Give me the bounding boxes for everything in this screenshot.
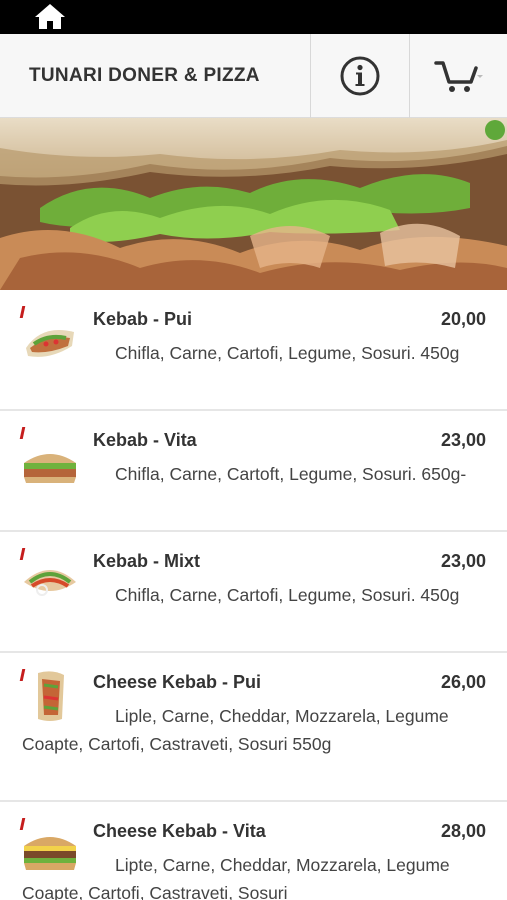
item-description: Chifla, Carne, Cartofi, Legume, Sosuri. … — [115, 585, 460, 605]
menu-list: Kebab - Pui 20,00 Chifla, Carne, Cartofi… — [0, 290, 507, 900]
item-description: Chifla, Carne, Cartofi, Legume, Sosuri. … — [115, 343, 460, 363]
info-icon — [340, 56, 380, 96]
cart-button[interactable] — [409, 34, 507, 118]
app-header: TUNARI DONER & PIZZA — [0, 34, 507, 118]
menu-item[interactable]: Cheese Kebab - Vita 28,00 Lipte, Carne, … — [0, 802, 507, 900]
hero-doner-image — [0, 118, 507, 290]
menu-item[interactable]: Kebab - Pui 20,00 Chifla, Carne, Cartofi… — [0, 290, 507, 411]
menu-item[interactable]: Kebab - Mixt 23,00 Chifla, Carne, Cartof… — [0, 532, 507, 653]
item-description: Liple, Carne, Cheddar, Mozzarela, Legume… — [22, 706, 449, 754]
info-button[interactable] — [310, 34, 409, 118]
item-price: 20,00 — [440, 309, 486, 329]
kebab-pui-thumbnail — [26, 330, 74, 357]
cart-icon — [433, 61, 483, 92]
item-name: Kebab - Mixt — [93, 551, 201, 571]
item-price: 23,00 — [440, 430, 486, 450]
item-name: Cheese Kebab - Pui — [93, 672, 262, 692]
cheese-kebab-vita-thumbnail — [24, 837, 76, 870]
item-price: 26,00 — [440, 672, 486, 692]
restaurant-title: TUNARI DONER & PIZZA — [29, 65, 260, 86]
menu-item[interactable]: Cheese Kebab - Pui 26,00 Liple, Carne, C… — [0, 653, 507, 802]
status-bar — [0, 0, 507, 34]
item-name: Kebab - Vita — [93, 430, 197, 450]
item-description: Chifla, Carne, Cartoft, Legume, Sosuri. … — [115, 464, 467, 484]
kebab-mixt-thumbnail — [24, 570, 76, 596]
item-name: Cheese Kebab - Vita — [93, 821, 266, 841]
item-price: 28,00 — [440, 821, 486, 841]
cheese-kebab-pui-thumbnail — [38, 671, 64, 721]
item-price: 23,00 — [440, 551, 486, 571]
kebab-vita-thumbnail — [24, 454, 76, 483]
item-name: Kebab - Pui — [93, 309, 193, 329]
item-description: Lipte, Carne, Cheddar, Mozzarela, Legume… — [22, 855, 450, 900]
home-icon[interactable] — [33, 2, 67, 30]
menu-item[interactable]: Kebab - Vita 23,00 Chifla, Carne, Cartof… — [0, 411, 507, 532]
